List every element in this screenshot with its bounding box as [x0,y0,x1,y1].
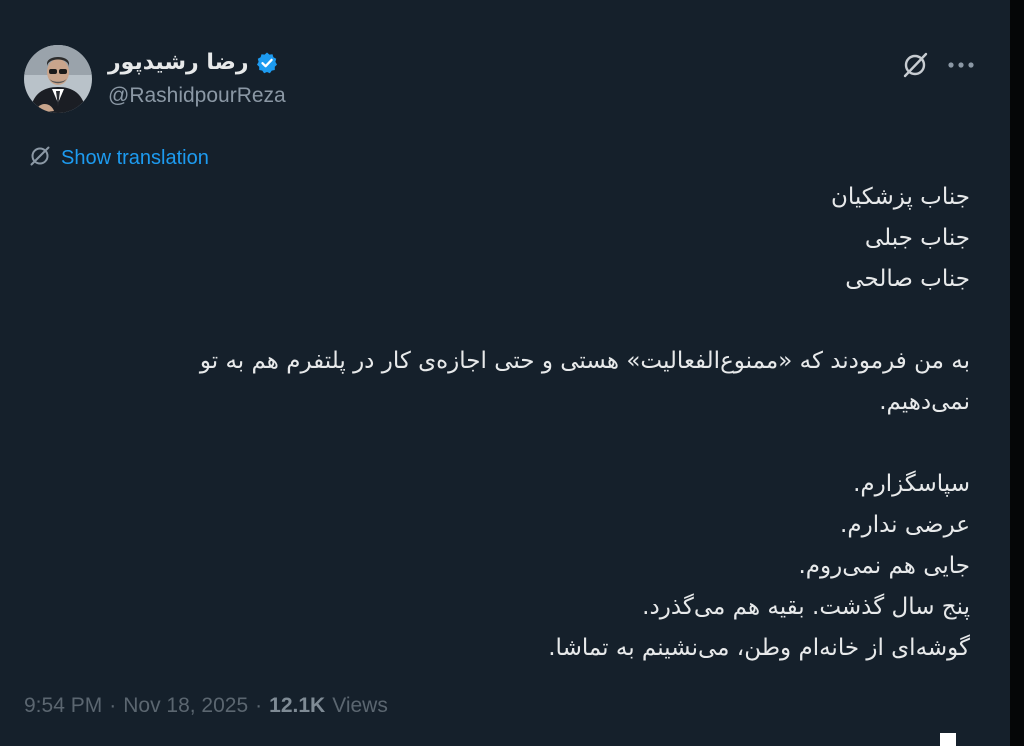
author-avatar[interactable] [24,45,92,113]
tweet-text: جناب پزشکیان جناب جبلی جناب صالحی به من … [40,177,970,669]
show-translation-label[interactable]: Show translation [61,147,209,170]
tweet-meta: 9:54 PM · Nov 18, 2025 · 12.1K Views [24,694,388,718]
paragraph-break [40,423,970,464]
tweet-time[interactable]: 9:54 PM [24,694,102,718]
verified-badge-icon [255,51,279,75]
tweet-card: رضا رشیدپور @RashidpourReza Show transla… [0,0,1010,746]
tweet-text-line: جناب جبلی [864,225,970,251]
translate-globe-icon [28,144,52,173]
tweet-text-line: جایی هم نمی‌روم. [798,553,971,579]
tweet-text-line: نمی‌دهیم. [879,389,970,415]
grok-icon[interactable] [900,50,930,80]
tweet-text-line: به من فرمودند که «ممنوع‌الفعالیت» هستی و… [199,348,970,374]
tweet-date[interactable]: Nov 18, 2025 [123,694,248,718]
profile-photo-icon [24,45,92,113]
meta-separator: · [255,694,263,717]
views-label: Views [332,694,388,717]
screen-edge [1010,0,1024,746]
meta-separator: · [109,694,117,717]
screen-artifact [940,733,956,746]
tweet-text-line: گوشه‌ای از خانه‌ام وطن، می‌نشینم به تماش… [548,635,970,661]
author-display-name[interactable]: رضا رشیدپور [108,50,249,75]
author-name-row: رضا رشیدپور [108,50,279,75]
tweet-text-line: جناب پزشکیان [830,184,970,210]
more-options-icon[interactable] [944,50,978,80]
tweet-text-line: سپاسگزارم. [853,471,970,497]
show-translation-button[interactable]: Show translation [28,144,209,173]
tweet-text-line: عرضی ندارم. [840,512,970,538]
tweet-text-line: جناب صالحی [845,266,970,292]
paragraph-break [40,300,970,341]
views-count: 12.1K [269,694,326,717]
author-handle[interactable]: @RashidpourReza [108,84,286,108]
tweet-text-line: پنج سال گذشت. بقیه هم می‌گذرد. [642,594,970,620]
